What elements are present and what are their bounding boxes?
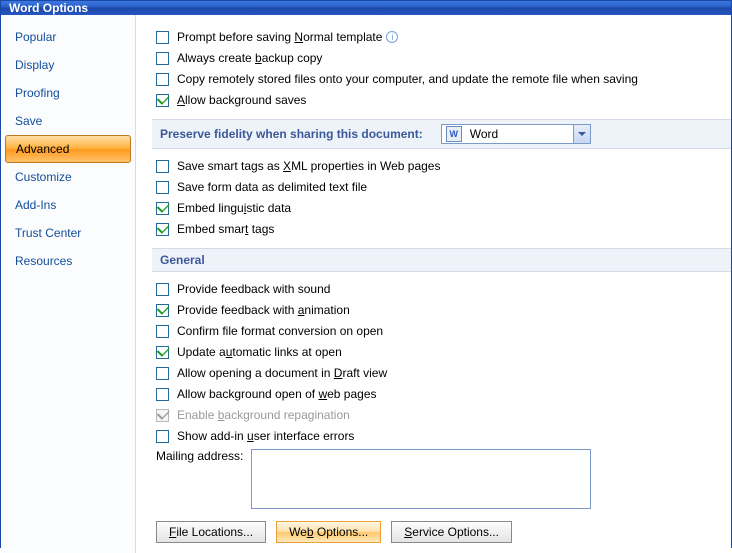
checkbox-copy-remote[interactable] — [156, 73, 169, 86]
checkbox-allow-bg-saves[interactable] — [156, 94, 169, 107]
sidebar-item-customize[interactable]: Customize — [1, 163, 135, 191]
checkbox-embed-linguistic[interactable] — [156, 202, 169, 215]
label-prompt-normal: Prompt before saving Normal template — [177, 30, 382, 44]
chevron-down-icon[interactable] — [573, 125, 590, 143]
label-allow-bg-open: Allow background open of web pages — [177, 387, 377, 401]
label-confirm-convert: Confirm file format conversion on open — [177, 324, 383, 338]
checkbox-feedback-animation[interactable] — [156, 304, 169, 317]
titlebar: Word Options — [1, 1, 731, 15]
checkbox-allow-draft[interactable] — [156, 367, 169, 380]
section-preserve-fidelity: Preserve fidelity when sharing this docu… — [152, 119, 731, 149]
word-doc-icon: W — [446, 126, 462, 142]
document-combo[interactable]: W Word — [441, 124, 591, 144]
checkbox-show-addin-errors[interactable] — [156, 430, 169, 443]
checkbox-feedback-sound[interactable] — [156, 283, 169, 296]
checkbox-always-backup[interactable] — [156, 52, 169, 65]
label-save-form-data: Save form data as delimited text file — [177, 180, 367, 194]
web-options-button[interactable]: Web Options... — [276, 521, 381, 543]
label-save-smart-xml: Save smart tags as XML properties in Web… — [177, 159, 440, 173]
checkbox-save-form-data[interactable] — [156, 181, 169, 194]
mailing-address-input[interactable] — [251, 449, 591, 509]
info-icon[interactable]: i — [386, 31, 398, 43]
label-embed-linguistic: Embed linguistic data — [177, 201, 291, 215]
file-locations-button[interactable]: File Locations... — [156, 521, 266, 543]
word-options-window: Word Options Popular Display Proofing Sa… — [0, 0, 732, 548]
checkbox-save-smart-xml[interactable] — [156, 160, 169, 173]
label-enable-repag: Enable background repagination — [177, 408, 350, 422]
sidebar-item-proofing[interactable]: Proofing — [1, 79, 135, 107]
label-always-backup: Always create backup copy — [177, 51, 322, 65]
body: Popular Display Proofing Save Advanced C… — [1, 15, 731, 553]
checkbox-confirm-convert[interactable] — [156, 325, 169, 338]
preserve-header-label: Preserve fidelity when sharing this docu… — [160, 127, 423, 141]
label-feedback-sound: Provide feedback with sound — [177, 282, 330, 296]
label-feedback-animation: Provide feedback with animation — [177, 303, 350, 317]
label-copy-remote: Copy remotely stored files onto your com… — [177, 72, 638, 86]
service-options-button[interactable]: Service Options... — [391, 521, 512, 543]
label-update-links: Update automatic links at open — [177, 345, 342, 359]
sidebar-item-resources[interactable]: Resources — [1, 247, 135, 275]
checkbox-enable-repag — [156, 409, 169, 422]
window-title: Word Options — [9, 1, 88, 15]
sidebar: Popular Display Proofing Save Advanced C… — [1, 15, 136, 553]
checkbox-prompt-normal[interactable] — [156, 31, 169, 44]
checkbox-update-links[interactable] — [156, 346, 169, 359]
document-combo-text: Word — [466, 127, 573, 141]
sidebar-item-trustcenter[interactable]: Trust Center — [1, 219, 135, 247]
label-embed-smart-tags: Embed smart tags — [177, 222, 274, 236]
label-allow-draft: Allow opening a document in Draft view — [177, 366, 387, 380]
label-show-addin-errors: Show add-in user interface errors — [177, 429, 354, 443]
section-general: General — [152, 248, 731, 272]
sidebar-item-addins[interactable]: Add-Ins — [1, 191, 135, 219]
label-allow-bg-saves: Allow background saves — [177, 93, 306, 107]
sidebar-item-save[interactable]: Save — [1, 107, 135, 135]
sidebar-item-popular[interactable]: Popular — [1, 23, 135, 51]
sidebar-item-advanced[interactable]: Advanced — [5, 135, 131, 163]
mailing-address-label: Mailing address: — [156, 449, 243, 463]
checkbox-embed-smart-tags[interactable] — [156, 223, 169, 236]
sidebar-item-display[interactable]: Display — [1, 51, 135, 79]
main-panel: Prompt before saving Normal template i A… — [136, 15, 731, 553]
checkbox-allow-bg-open[interactable] — [156, 388, 169, 401]
